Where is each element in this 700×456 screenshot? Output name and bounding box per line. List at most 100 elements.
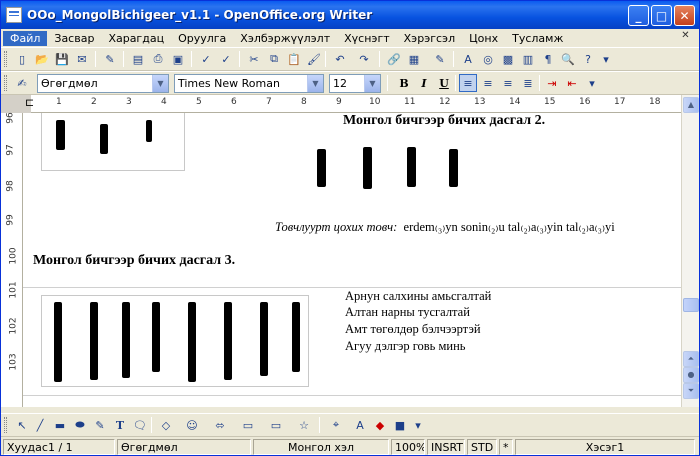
scroll-up-icon[interactable]: ▲ — [683, 97, 699, 113]
new-document-icon[interactable]: ▯ — [13, 50, 31, 68]
horizontal-ruler[interactable]: ⊏ 1 2 3 4 5 6 7 8 9 10 11 12 13 14 15 16… — [1, 95, 681, 113]
formatting-marks-icon[interactable]: ¶ — [539, 50, 557, 68]
status-selection-mode[interactable]: STD — [467, 439, 497, 455]
undo-icon[interactable]: ↶ — [331, 50, 349, 68]
font-name-select[interactable]: Times New Roman ▼ — [174, 74, 324, 93]
align-right-icon[interactable]: ≡ — [499, 74, 517, 92]
line-icon[interactable]: ╱ — [31, 416, 49, 434]
ruler-mark: 96 — [5, 112, 16, 124]
window-title: OOo_MongolBichigeer_v1.1 - OpenOffice.or… — [27, 8, 373, 22]
status-style[interactable]: Өгөгдмөл — [117, 439, 251, 455]
menu-bar: Файл Засвар Харагдац Оруулга Хэлбэржүүлэ… — [1, 29, 699, 47]
find-replace-icon[interactable]: A — [459, 50, 477, 68]
from-file-icon[interactable]: ◆ — [371, 416, 389, 434]
menu-edit[interactable]: Засвар — [47, 31, 101, 46]
data-sources-icon[interactable]: ▥ — [519, 50, 537, 68]
italic-button[interactable]: I — [415, 74, 433, 92]
close-button[interactable]: ✕ — [674, 5, 695, 26]
text-icon[interactable]: T — [111, 416, 129, 434]
show-draw-functions-icon[interactable]: ✎ — [431, 50, 449, 68]
align-left-icon[interactable]: ≡ — [459, 74, 477, 92]
save-icon[interactable]: 💾 — [53, 50, 71, 68]
status-insert-mode[interactable]: INSRT — [427, 439, 465, 455]
menu-window[interactable]: Цонх — [462, 31, 505, 46]
cut-icon[interactable]: ✂ — [245, 50, 263, 68]
font-size-select[interactable]: 12 ▼ — [329, 74, 381, 93]
autospell-icon[interactable]: ✓ — [217, 50, 235, 68]
hyperlink-icon[interactable]: 🔗 — [385, 50, 403, 68]
email-icon[interactable]: ✉ — [73, 50, 91, 68]
previous-page-icon[interactable]: ⏶ — [683, 351, 699, 367]
print-icon[interactable]: ⎙ — [149, 50, 167, 68]
minimize-button[interactable]: _ — [628, 5, 649, 26]
ruler-mark: 9 — [336, 97, 342, 107]
stars-icon[interactable]: ☆ — [295, 416, 313, 434]
toolbar-grip[interactable] — [4, 51, 7, 67]
menu-format[interactable]: Хэлбэржүүлэлт — [233, 31, 337, 46]
print-preview-icon[interactable]: ▣ — [169, 50, 187, 68]
export-pdf-icon[interactable]: ▤ — [129, 50, 147, 68]
vertical-ruler[interactable]: 96 97 98 99 100 101 102 103 — [1, 112, 23, 407]
document-close-icon[interactable]: ✕ — [678, 30, 693, 45]
basic-shapes-icon[interactable]: ◇ — [157, 416, 175, 434]
maximize-button[interactable]: □ — [651, 5, 672, 26]
navigation-icon[interactable]: ● — [683, 367, 699, 383]
menu-view[interactable]: Харагдац — [101, 31, 171, 46]
block-arrows-icon[interactable]: ⬄ — [211, 416, 229, 434]
underline-button[interactable]: U — [435, 74, 453, 92]
flowchart-icon[interactable]: ▭ — [239, 416, 257, 434]
status-zoom[interactable]: 100% — [391, 439, 425, 455]
spellcheck-icon[interactable]: ✓ — [197, 50, 215, 68]
gallery-icon[interactable]: ▩ — [499, 50, 517, 68]
symbol-shapes-icon[interactable]: ☺ — [183, 416, 201, 434]
rtl-direction-icon[interactable]: ⇤ — [563, 74, 581, 92]
edit-file-icon[interactable]: ✎ — [101, 50, 119, 68]
select-pointer-icon[interactable]: ↖ — [13, 416, 31, 434]
menu-help[interactable]: Тусламж — [505, 31, 570, 46]
navigator-icon[interactable]: ◎ — [479, 50, 497, 68]
fontwork-icon[interactable]: A — [351, 416, 369, 434]
callouts-icon[interactable]: ▭ — [267, 416, 285, 434]
bold-button[interactable]: B — [395, 74, 413, 92]
menu-table[interactable]: Хүснэгт — [337, 31, 397, 46]
rectangle-icon[interactable]: ▬ — [51, 416, 69, 434]
points-icon[interactable]: ⌖ — [327, 416, 345, 434]
chevron-down-icon[interactable]: ▼ — [307, 75, 323, 92]
toolbar-options-icon[interactable]: ▾ — [597, 50, 615, 68]
status-language[interactable]: Монгол хэл — [253, 439, 389, 455]
paragraph-style-select[interactable]: Өгөгдмөл ▼ — [37, 74, 169, 93]
toolbar-options-icon[interactable]: ▾ — [583, 74, 601, 92]
toolbar-options-icon[interactable]: ▾ — [409, 416, 427, 434]
ltr-direction-icon[interactable]: ⇥ — [543, 74, 561, 92]
menu-insert[interactable]: Оруулга — [171, 31, 233, 46]
ellipse-icon[interactable]: ⬬ — [71, 416, 89, 434]
table-icon[interactable]: ▦ — [405, 50, 423, 68]
toolbar-grip[interactable] — [4, 417, 7, 433]
scroll-thumb[interactable] — [683, 298, 699, 312]
menu-tools[interactable]: Хэрэгсэл — [397, 31, 463, 46]
chevron-down-icon[interactable]: ▼ — [364, 75, 380, 92]
stylist-icon[interactable]: ✍ — [13, 74, 31, 92]
document-page[interactable]: Монгол бичгээр бичих дасгал 2. Товчлуурт… — [23, 113, 681, 407]
open-icon[interactable]: 📂 — [33, 50, 51, 68]
align-center-icon[interactable]: ≡ — [479, 74, 497, 92]
callout-icon[interactable]: 🗨 — [131, 416, 149, 434]
toolbar-grip[interactable] — [4, 75, 7, 91]
justify-icon[interactable]: ≣ — [519, 74, 537, 92]
redo-icon[interactable]: ↷ — [355, 50, 373, 68]
menu-file[interactable]: Файл — [3, 30, 48, 46]
ruler-mark: 7 — [266, 97, 272, 107]
extrusion-icon[interactable]: ■ — [391, 416, 409, 434]
help-icon[interactable]: ? — [579, 50, 597, 68]
paste-icon[interactable]: 📋 — [285, 50, 303, 68]
tab-stop-icon[interactable]: ⊏ — [25, 96, 34, 109]
chevron-down-icon[interactable]: ▼ — [152, 75, 168, 92]
copy-icon[interactable]: ⧉ — [265, 50, 283, 68]
vertical-scrollbar[interactable]: ▲ ⏶ ● ⏷ — [681, 95, 699, 407]
title-bar[interactable]: OOo_MongolBichigeer_v1.1 - OpenOffice.or… — [1, 1, 699, 29]
zoom-icon[interactable]: 🔍 — [559, 50, 577, 68]
status-page[interactable]: Хуудас1 / 1 — [3, 439, 115, 455]
freeform-line-icon[interactable]: ✎ — [91, 416, 109, 434]
next-page-icon[interactable]: ⏷ — [683, 383, 699, 399]
format-paintbrush-icon[interactable]: 🖌 — [305, 50, 323, 68]
